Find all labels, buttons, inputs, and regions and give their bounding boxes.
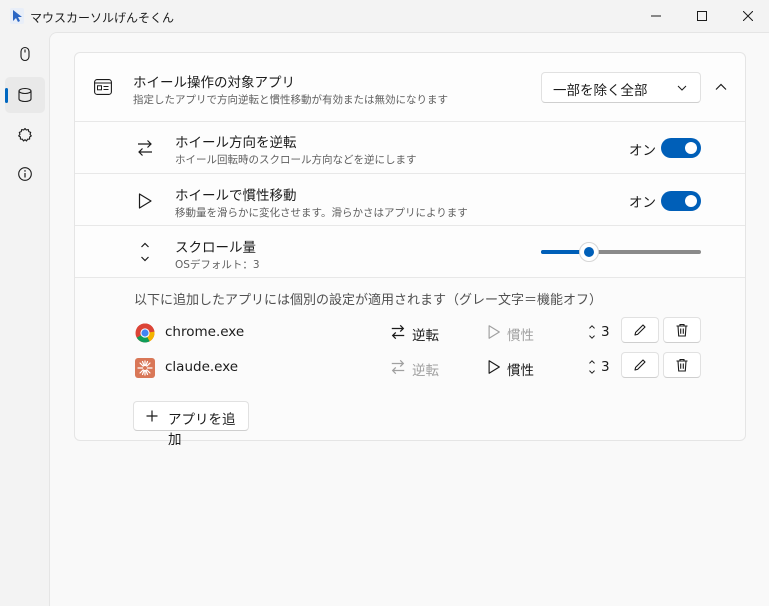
close-icon bbox=[743, 11, 753, 21]
reverse-title: ホイール方向を逆転 bbox=[175, 135, 297, 151]
window-title: マウスカーソルげんそくん bbox=[30, 11, 175, 25]
inertia-state-label: オン bbox=[629, 195, 656, 211]
app-inertia-label[interactable]: 慣性 bbox=[507, 324, 534, 344]
target-apps-dropdown[interactable]: 一部を除く全部 bbox=[541, 72, 701, 103]
active-indicator bbox=[5, 88, 8, 103]
delete-app-button[interactable] bbox=[663, 317, 701, 343]
info-icon bbox=[18, 167, 32, 181]
maximize-button[interactable] bbox=[679, 0, 725, 32]
chrome-logo-icon bbox=[135, 323, 155, 343]
claude-logo-icon bbox=[135, 358, 155, 378]
chevron-up-icon[interactable] bbox=[715, 83, 727, 91]
app-scroll-amount: 3 bbox=[601, 324, 610, 340]
mouse-icon bbox=[20, 46, 30, 62]
database-icon bbox=[18, 87, 32, 103]
app-name: chrome.exe bbox=[165, 324, 245, 340]
vertical-chevrons-icon bbox=[589, 325, 595, 339]
minimize-button[interactable] bbox=[633, 0, 679, 32]
pencil-icon bbox=[634, 359, 646, 371]
swap-arrows-icon[interactable] bbox=[390, 359, 406, 375]
add-app-button[interactable]: アプリを追加 bbox=[133, 401, 249, 448]
vertical-chevrons-icon bbox=[589, 360, 595, 374]
apps-note: 以下に追加したアプリには個別の設定が適用されます（グレー文字＝機能オフ） bbox=[134, 293, 603, 308]
app-reverse-label[interactable]: 逆転 bbox=[412, 359, 439, 379]
slider-thumb[interactable] bbox=[579, 242, 599, 262]
sidebar-item-about[interactable] bbox=[5, 156, 45, 192]
app-inertia-label[interactable]: 慣性 bbox=[507, 359, 534, 379]
reverse-row: ホイール方向を逆転 ホイール回転時のスクロール方向などを逆にします オン bbox=[75, 122, 745, 174]
scroll-amount-description: OSデフォルト：3 bbox=[175, 259, 260, 271]
edit-app-button[interactable] bbox=[621, 317, 659, 343]
vertical-chevrons-icon bbox=[141, 242, 149, 262]
app-cursor-icon bbox=[10, 8, 24, 24]
sidebar-item-apps[interactable] bbox=[5, 77, 45, 113]
add-app-label: アプリを追加 bbox=[168, 412, 236, 448]
sidebar bbox=[0, 32, 48, 606]
title-bar: マウスカーソルげんそくん bbox=[0, 0, 769, 32]
app-name: claude.exe bbox=[165, 359, 239, 375]
app-window-icon bbox=[94, 79, 112, 95]
inertia-toggle[interactable] bbox=[661, 191, 701, 211]
edit-app-button[interactable] bbox=[621, 352, 659, 378]
scroll-amount-title: スクロール量 bbox=[175, 240, 256, 256]
close-button[interactable] bbox=[725, 0, 769, 32]
trash-icon bbox=[676, 358, 688, 372]
app-reverse-label[interactable]: 逆転 bbox=[412, 324, 439, 344]
plus-icon bbox=[146, 410, 158, 422]
reverse-description: ホイール回転時のスクロール方向などを逆にします bbox=[175, 154, 417, 166]
target-apps-description: 指定したアプリで方向逆転と慣性移動が有効または無効になります bbox=[133, 94, 448, 106]
minimize-icon bbox=[651, 15, 661, 17]
target-apps-header[interactable]: ホイール操作の対象アプリ 指定したアプリで方向逆転と慣性移動が有効または無効にな… bbox=[75, 53, 745, 122]
reverse-toggle[interactable] bbox=[661, 138, 701, 158]
swap-arrows-icon bbox=[138, 140, 152, 156]
swap-arrows-icon[interactable] bbox=[390, 324, 406, 340]
inertia-row: ホイールで慣性移動 移動量を滑らかに変化させます。滑らかさはアプリによります オ… bbox=[75, 174, 745, 226]
reverse-state-label: オン bbox=[629, 143, 656, 159]
chevron-down-icon bbox=[677, 85, 687, 91]
inertia-title: ホイールで慣性移動 bbox=[175, 188, 297, 204]
play-icon[interactable] bbox=[486, 324, 502, 340]
scroll-amount-slider[interactable] bbox=[541, 242, 701, 262]
sidebar-item-mouse[interactable] bbox=[5, 36, 45, 72]
app-scroll-amount: 3 bbox=[601, 359, 610, 375]
maximize-icon bbox=[697, 11, 707, 21]
sidebar-item-settings[interactable] bbox=[5, 117, 45, 153]
play-icon bbox=[138, 193, 152, 209]
app-row-claude: claude.exe 逆転 慣性 3 bbox=[75, 350, 745, 384]
gear-icon bbox=[18, 127, 32, 142]
target-apps-title: ホイール操作の対象アプリ bbox=[133, 75, 295, 91]
dropdown-value: 一部を除く全部 bbox=[553, 83, 648, 99]
inertia-description: 移動量を滑らかに変化させます。滑らかさはアプリによります bbox=[175, 207, 468, 219]
app-row-chrome: chrome.exe 逆転 慣性 3 bbox=[75, 315, 745, 349]
trash-icon bbox=[676, 323, 688, 337]
settings-card: ホイール操作の対象アプリ 指定したアプリで方向逆転と慣性移動が有効または無効にな… bbox=[74, 52, 746, 448]
play-icon[interactable] bbox=[486, 359, 502, 375]
pencil-icon bbox=[634, 324, 646, 336]
scroll-amount-row: スクロール量 OSデフォルト：3 bbox=[75, 226, 745, 278]
delete-app-button[interactable] bbox=[663, 352, 701, 378]
